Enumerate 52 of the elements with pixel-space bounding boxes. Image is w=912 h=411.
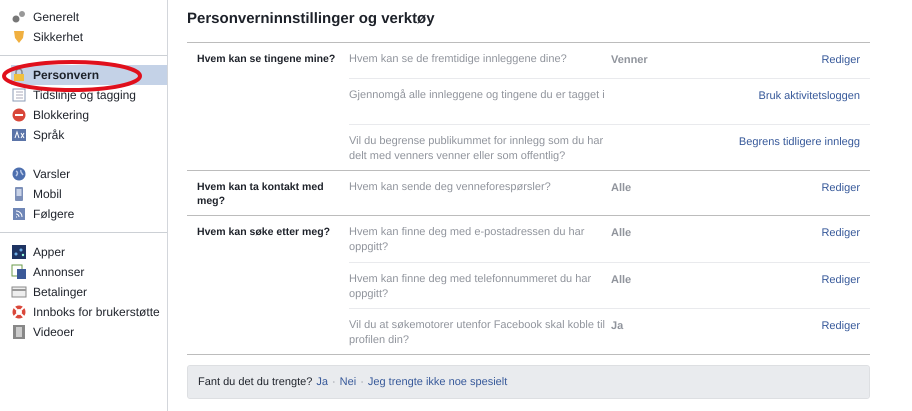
sidebar-item[interactable]: Innboks for brukerstøtte <box>0 302 167 322</box>
sidebar-item[interactable]: Annonser <box>0 262 167 282</box>
shield-icon <box>11 29 27 45</box>
setting-question: Hvem kan se de fremtidige innleggene dine? <box>349 52 568 67</box>
feedback-link[interactable]: Nei <box>340 374 356 390</box>
section-label: Hvem kan ta kontakt med meg? <box>196 180 325 209</box>
sidebar-item[interactable]: Blokkering <box>0 105 167 125</box>
setting-question: Hvem kan sende deg venneforespørsler? <box>349 180 552 195</box>
setting-link[interactable]: Rediger <box>821 227 860 239</box>
section-label: Hvem kan se tingene mine? <box>196 52 336 67</box>
separator-dot: · <box>332 374 336 390</box>
setting-question: Hvem kan finne deg med telefonnummeret du har oppgitt? <box>349 272 592 302</box>
feedback-question: Fant du det du trengte? <box>198 374 312 390</box>
setting-value: Alle <box>611 227 632 239</box>
setting-question: Gjennomgå alle innleggene og tingene du er tagget i <box>349 88 606 103</box>
sidebar-item[interactable]: Tidslinje og tagging <box>0 85 167 105</box>
timeline-icon <box>11 87 27 103</box>
setting-link[interactable]: Rediger <box>821 274 860 286</box>
section-label: Hvem kan søke etter meg? <box>196 225 332 240</box>
setting-link[interactable]: Rediger <box>821 182 860 194</box>
apps-icon <box>11 244 27 260</box>
sidebar-item[interactable]: Sikkerhet <box>0 27 167 47</box>
globe-icon <box>11 166 27 182</box>
setting-link[interactable]: Bruk aktivitetsloggen <box>758 90 860 102</box>
setting-value: Alle <box>611 182 632 194</box>
setting-question: Vil du at søkemotorer utenfor Facebook skal koble til profilen din? <box>349 318 606 348</box>
card-icon <box>11 284 27 300</box>
setting-value: Alle <box>611 274 632 286</box>
feedback-link[interactable]: Ja <box>316 374 328 390</box>
setting-value: Venner <box>611 54 648 66</box>
page-title: Personverninnstillinger og verktøy <box>187 9 436 29</box>
sidebar-item[interactable]: Betalinger <box>0 282 167 302</box>
sidebar-item[interactable]: Generelt <box>0 7 167 27</box>
lifebuoy-icon <box>11 304 27 320</box>
feed-icon <box>11 206 27 222</box>
sidebar-item[interactable]: Varsler <box>0 153 167 184</box>
setting-question: Hvem kan finne deg med e-postadressen du har oppgitt? <box>349 225 586 255</box>
setting-link[interactable]: Begrens tidligere innlegg <box>738 136 860 148</box>
setting-link[interactable]: Rediger <box>821 54 860 66</box>
lock-icon <box>11 67 27 83</box>
blocked-icon <box>11 107 27 123</box>
language-icon <box>11 127 27 143</box>
sidebar-item[interactable]: Mobil <box>0 184 167 204</box>
sidebar-item[interactable]: Språk <box>0 125 167 145</box>
sidebar-item[interactable]: Følgere <box>0 204 167 224</box>
separator-dot: · <box>360 374 364 390</box>
setting-value: Ja <box>611 320 624 332</box>
sidebar-item[interactable]: Videoer <box>0 322 167 342</box>
sidebar-item[interactable]: Apper <box>0 232 167 262</box>
feedback-link[interactable]: Jeg trengte ikke noe spesielt <box>368 374 508 390</box>
setting-question: Vil du begrense publikummet for innlegg som du har delt med venners venner eller som offentlig? <box>349 134 604 164</box>
setting-link[interactable]: Rediger <box>821 320 860 332</box>
